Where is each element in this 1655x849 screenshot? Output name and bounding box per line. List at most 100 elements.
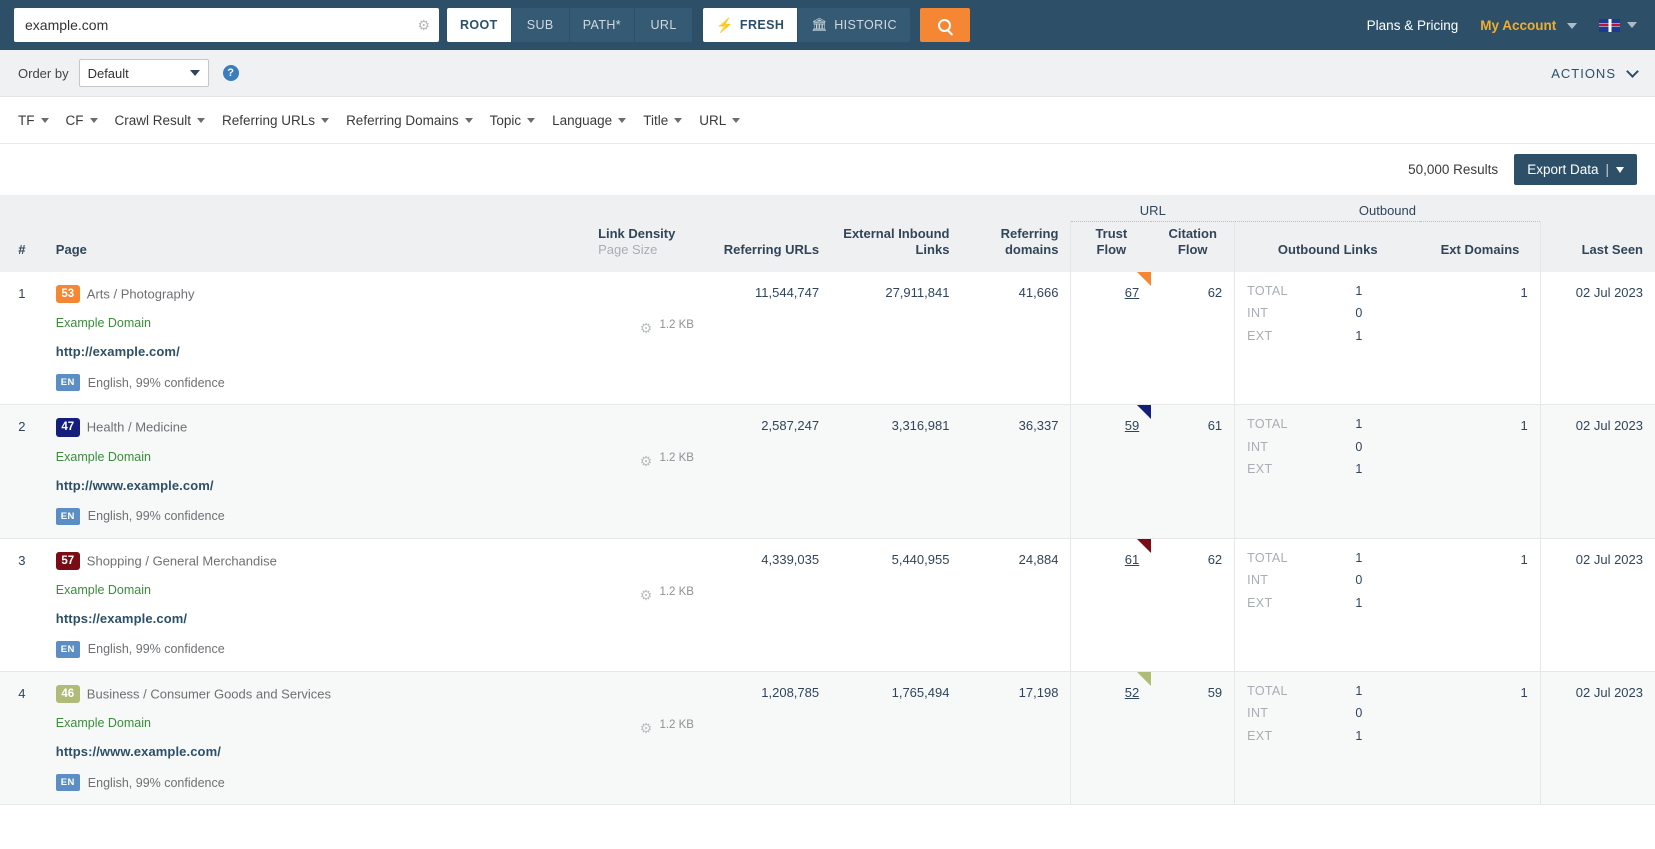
actions-menu[interactable]: ACTIONS bbox=[1551, 66, 1637, 81]
row-topic-line: 53Arts / Photography bbox=[56, 285, 574, 303]
search-submit-button[interactable] bbox=[920, 8, 970, 42]
language-code-badge: EN bbox=[56, 641, 80, 658]
row-topic-line: 47Health / Medicine bbox=[56, 418, 574, 436]
search-icon bbox=[938, 19, 951, 32]
row-title[interactable]: Example Domain bbox=[56, 716, 574, 730]
link-density-gear-icon[interactable]: ⚙ bbox=[640, 587, 653, 604]
column-link-density-label: Link Density bbox=[598, 226, 675, 241]
top-navigation-bar: ⚙ ROOT SUB PATH* URL ⚡ FRESH 🏛 HISTORIC … bbox=[0, 0, 1655, 50]
facet-referring-urls-label: Referring URLs bbox=[222, 113, 315, 128]
outbound-total-value: 1 bbox=[1307, 418, 1408, 431]
plans-and-pricing-link[interactable]: Plans & Pricing bbox=[1367, 18, 1459, 33]
search-settings-gear-icon[interactable]: ⚙ bbox=[417, 18, 430, 32]
scope-button-path[interactable]: PATH* bbox=[570, 8, 635, 42]
index-button-fresh[interactable]: ⚡ FRESH bbox=[703, 8, 798, 42]
outbound-internal-value: 0 bbox=[1307, 441, 1408, 454]
facet-cf[interactable]: CF bbox=[66, 113, 98, 128]
facet-tf-label: TF bbox=[18, 113, 35, 128]
table-row[interactable]: 247Health / MedicineExample Domainhttp:/… bbox=[0, 405, 1655, 538]
scope-button-url[interactable]: URL bbox=[635, 8, 693, 42]
outbound-internal-key: INT bbox=[1247, 307, 1307, 320]
row-trust-flow-cell: 67 bbox=[1071, 272, 1151, 405]
row-trust-flow[interactable]: 67 bbox=[1125, 285, 1139, 300]
outbound-external-row: EXT1 bbox=[1247, 730, 1408, 743]
table-row[interactable]: 446Business / Consumer Goods and Service… bbox=[0, 671, 1655, 804]
row-url[interactable]: http://www.example.com/ bbox=[56, 478, 574, 493]
row-title[interactable]: Example Domain bbox=[56, 450, 574, 464]
column-index[interactable]: # bbox=[0, 221, 44, 272]
link-density-gear-icon[interactable]: ⚙ bbox=[640, 320, 653, 337]
table-row[interactable]: 153Arts / PhotographyExample Domainhttp:… bbox=[0, 272, 1655, 405]
column-referring-urls[interactable]: Referring URLs bbox=[706, 221, 831, 272]
row-title[interactable]: Example Domain bbox=[56, 583, 574, 597]
facet-crawl-result[interactable]: Crawl Result bbox=[115, 113, 206, 128]
my-account-label: My Account bbox=[1480, 18, 1556, 33]
outbound-external-key: EXT bbox=[1247, 597, 1307, 610]
row-last-seen: 02 Jul 2023 bbox=[1540, 272, 1655, 405]
my-account-menu[interactable]: My Account bbox=[1480, 18, 1577, 33]
row-trust-flow[interactable]: 52 bbox=[1125, 685, 1139, 700]
row-citation-flow: 62 bbox=[1151, 538, 1234, 671]
table-row[interactable]: 357Shopping / General MerchandiseExample… bbox=[0, 538, 1655, 671]
row-url[interactable]: https://example.com/ bbox=[56, 611, 574, 626]
column-referring-domains[interactable]: Referring domains bbox=[961, 221, 1070, 272]
scope-button-root[interactable]: ROOT bbox=[447, 8, 512, 42]
help-question-icon[interactable]: ? bbox=[223, 65, 239, 81]
column-last-seen[interactable]: Last Seen bbox=[1540, 221, 1655, 272]
scope-button-sub[interactable]: SUB bbox=[512, 8, 570, 42]
facet-language-label: Language bbox=[552, 113, 612, 128]
topic-color-corner-marker bbox=[1137, 539, 1151, 553]
row-referring-domains: 41,666 bbox=[961, 272, 1070, 405]
row-url[interactable]: http://example.com/ bbox=[56, 344, 574, 359]
export-data-button[interactable]: Export Data | bbox=[1514, 154, 1637, 185]
row-title[interactable]: Example Domain bbox=[56, 316, 574, 330]
row-trust-flow[interactable]: 59 bbox=[1125, 418, 1139, 433]
row-trust-flow-cell: 59 bbox=[1071, 405, 1151, 538]
language-selector[interactable] bbox=[1599, 19, 1637, 32]
column-trust-flow[interactable]: Trust Flow bbox=[1071, 221, 1151, 272]
row-referring-domains: 24,884 bbox=[961, 538, 1070, 671]
row-link-density-cell: 1.2 KB⚙ bbox=[586, 405, 706, 538]
language-confidence: English, 99% confidence bbox=[88, 776, 225, 790]
facet-referring-domains[interactable]: Referring Domains bbox=[346, 113, 473, 128]
facet-topic[interactable]: Topic bbox=[490, 113, 536, 128]
column-page[interactable]: Page bbox=[44, 221, 586, 272]
row-topic-line: 46Business / Consumer Goods and Services bbox=[56, 685, 574, 703]
row-topic: Health / Medicine bbox=[87, 420, 187, 435]
row-trust-flow[interactable]: 61 bbox=[1125, 552, 1139, 567]
index-button-historic[interactable]: 🏛 HISTORIC bbox=[798, 8, 910, 42]
index-button-historic-label: HISTORIC bbox=[834, 18, 897, 32]
row-language: ENEnglish, 99% confidence bbox=[56, 641, 574, 658]
row-referring-domains: 36,337 bbox=[961, 405, 1070, 538]
facet-referring-urls[interactable]: Referring URLs bbox=[222, 113, 329, 128]
order-by-value: Default bbox=[88, 66, 129, 81]
facet-title[interactable]: Title bbox=[643, 113, 682, 128]
facet-url[interactable]: URL bbox=[699, 113, 740, 128]
row-link-density-cell: 1.2 KB⚙ bbox=[586, 538, 706, 671]
outbound-internal-key: INT bbox=[1247, 441, 1307, 454]
facet-language[interactable]: Language bbox=[552, 113, 626, 128]
order-by-select[interactable]: Default bbox=[79, 59, 209, 87]
link-density-gear-icon[interactable]: ⚙ bbox=[640, 453, 653, 470]
row-url[interactable]: https://www.example.com/ bbox=[56, 744, 574, 759]
domain-search-field[interactable]: ⚙ bbox=[14, 8, 439, 42]
topic-color-corner-marker bbox=[1137, 272, 1151, 286]
link-density-gear-icon[interactable]: ⚙ bbox=[640, 720, 653, 737]
topic-color-corner-marker bbox=[1137, 672, 1151, 686]
bolt-icon: ⚡ bbox=[716, 17, 734, 34]
column-link-density[interactable]: Link Density Page Size bbox=[586, 221, 706, 272]
row-language: ENEnglish, 99% confidence bbox=[56, 508, 574, 525]
outbound-total-value: 1 bbox=[1307, 685, 1408, 698]
row-link-density-cell: 1.2 KB⚙ bbox=[586, 671, 706, 804]
outbound-external-key: EXT bbox=[1247, 463, 1307, 476]
column-citation-flow[interactable]: Citation Flow bbox=[1151, 221, 1234, 272]
facet-tf[interactable]: TF bbox=[18, 113, 49, 128]
column-outbound-links[interactable]: Outbound Links bbox=[1235, 221, 1421, 272]
column-external-inbound-links[interactable]: External Inbound Links bbox=[831, 221, 961, 272]
column-ext-domains[interactable]: Ext Domains bbox=[1420, 221, 1540, 272]
facet-crawl-result-label: Crawl Result bbox=[115, 113, 192, 128]
order-by-label: Order by bbox=[18, 66, 69, 81]
chevron-down-icon bbox=[618, 118, 626, 123]
search-input[interactable] bbox=[14, 8, 439, 42]
facet-url-label: URL bbox=[699, 113, 726, 128]
